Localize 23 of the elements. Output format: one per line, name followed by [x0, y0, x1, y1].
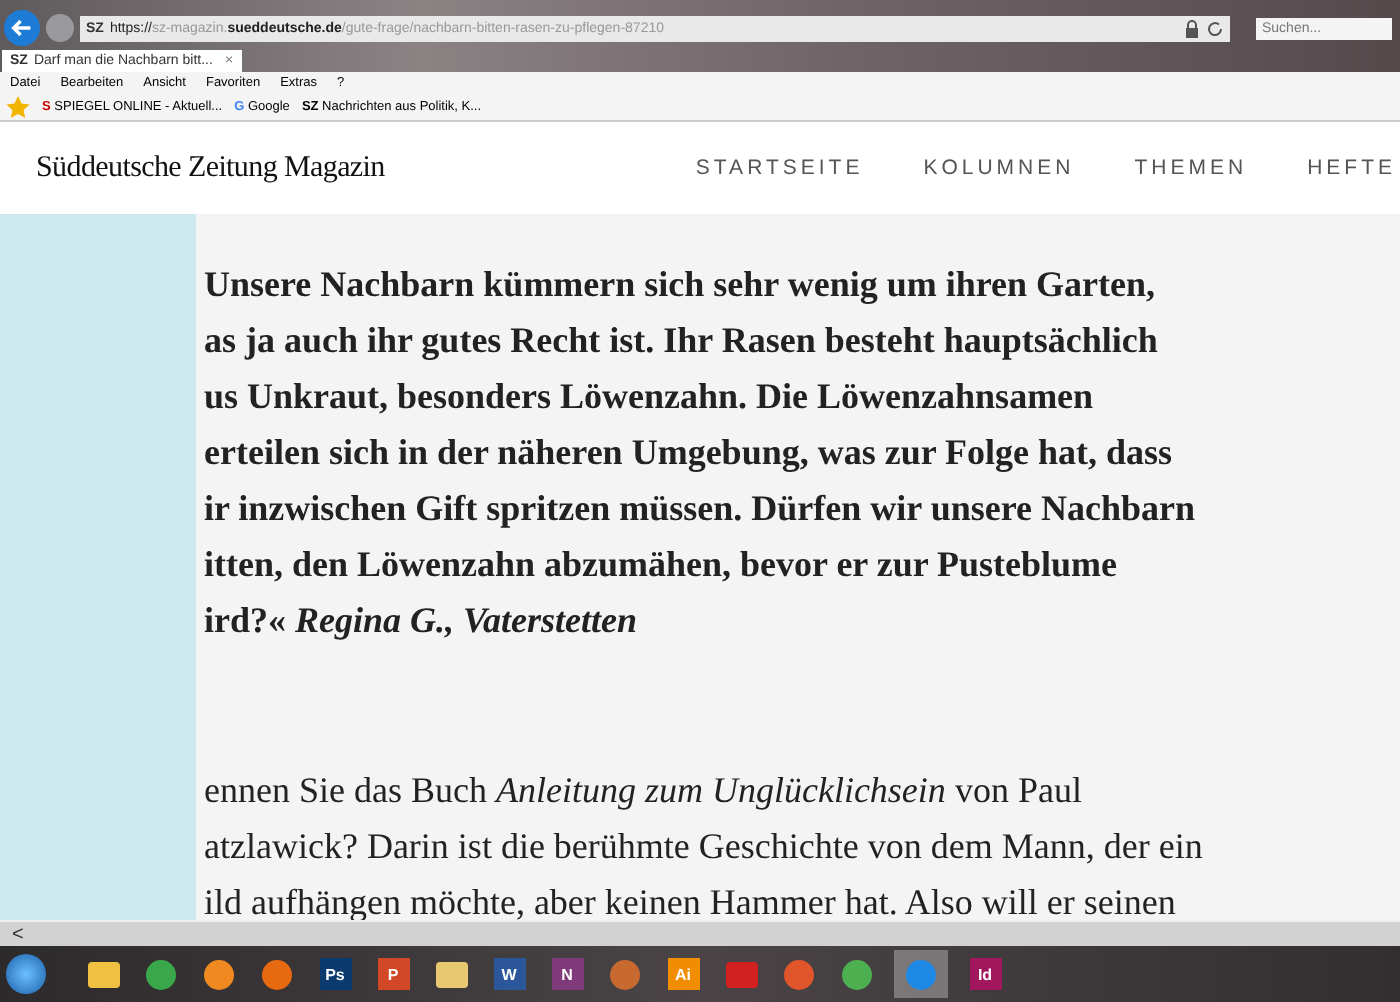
article-text-line: ird?« Regina G., Vaterstetten	[204, 598, 640, 644]
lock-icon	[1184, 19, 1200, 37]
article-text-line: us Unkraut, besonders Löwenzahn. Die Löwenzahnsamen	[204, 374, 1096, 420]
nav-link[interactable]: HEFTE	[1307, 156, 1396, 180]
back-button[interactable]	[4, 10, 40, 46]
article-text-line: Unsere Nachbarn kümmern sich sehr wenig um ihren Garten,	[204, 262, 1158, 308]
nav-link[interactable]: THEMEN	[1134, 156, 1248, 180]
nav-link[interactable]: KOLUMNEN	[923, 156, 1075, 180]
nav-link[interactable]: STARTSEITE	[695, 156, 864, 180]
refresh-icon[interactable]	[1206, 19, 1224, 37]
article-text-line: ir inzwischen Gift spritzen müssen. Dürfen wir unsere Nachbarn	[204, 486, 1198, 532]
article-text-line: itten, den Löwenzahn abzumähen, bevor er zur Pusteblume	[204, 542, 1120, 588]
article-text-line: ild aufhängen möchte, aber keinen Hammer hat. Also will er seinen	[204, 880, 1178, 926]
back-arrow-icon	[8, 14, 36, 42]
article-text-line: erteilen sich in der näheren Umgebung, was zur Folge hat, dass	[204, 430, 1175, 476]
article-text-line: ennen Sie das Buch Anleitung zum Unglücklichsein von Paul	[204, 768, 1084, 814]
forward-button[interactable]	[46, 14, 74, 42]
site-logo[interactable]: Süddeutsche Zeitung Magazin	[36, 151, 385, 185]
start-button[interactable]	[6, 954, 46, 994]
article-text-line: as ja auch ihr gutes Recht ist. Ihr Rasen besteht hauptsächlich	[204, 318, 1160, 364]
article-text-line: atzlawick? Darin ist die berühmte Geschichte von dem Mann, der ein	[204, 824, 1205, 870]
star-icon[interactable]	[6, 95, 30, 117]
horizontal-scrollbar[interactable]: <	[0, 920, 1400, 946]
